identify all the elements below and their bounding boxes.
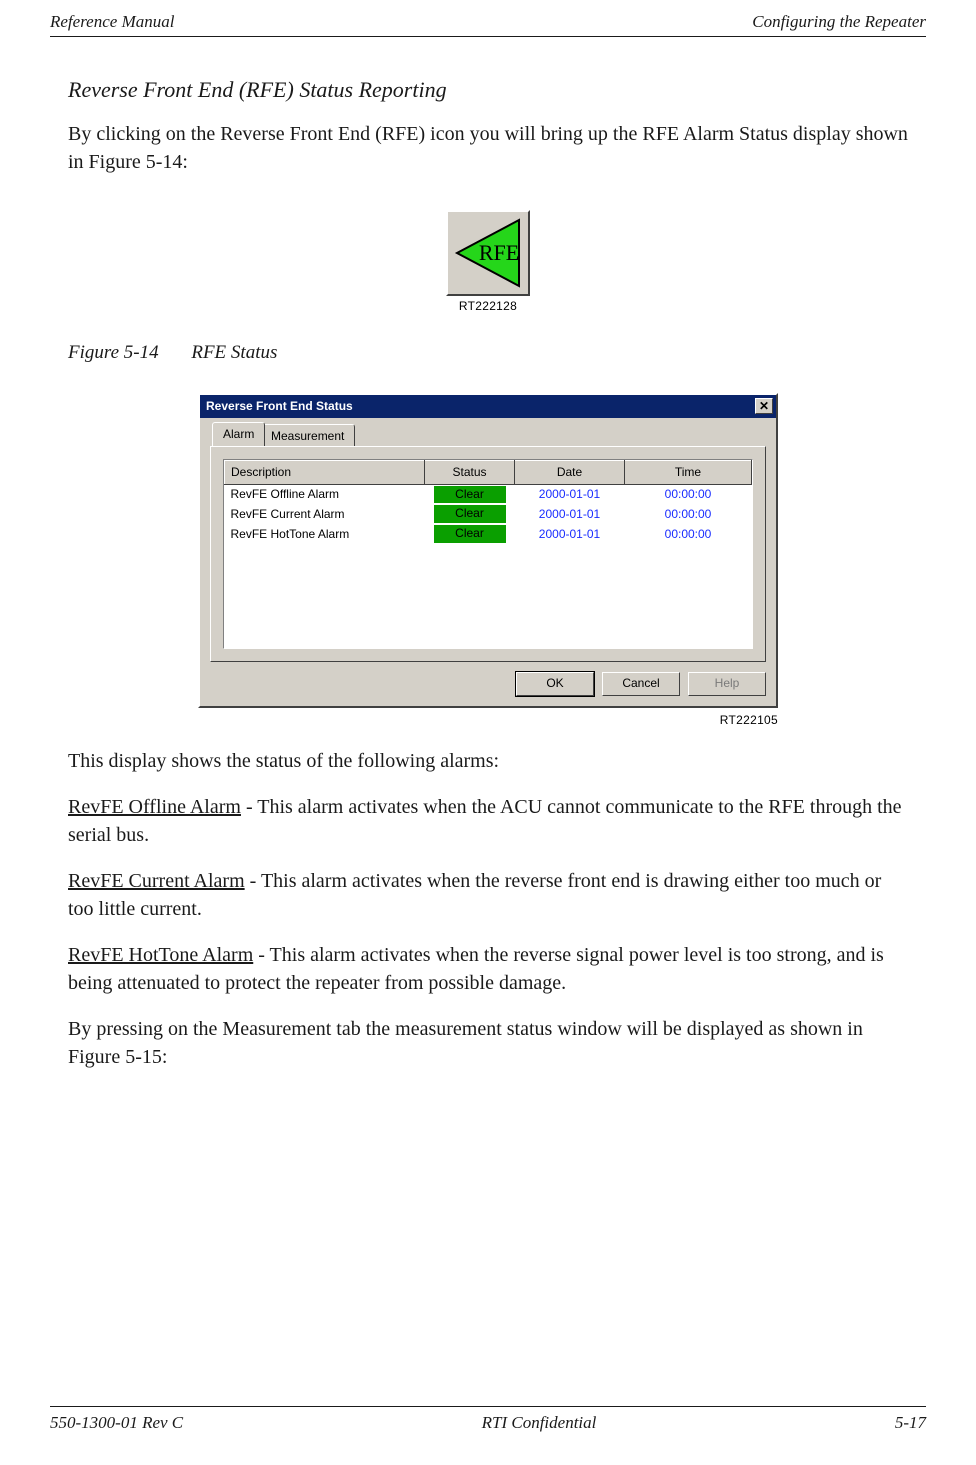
footer-left: 550-1300-01 Rev C	[50, 1411, 183, 1435]
alarm-listview[interactable]: Description Status Date Time RevFE Offli…	[223, 459, 753, 649]
cell-date: 2000-01-01	[515, 524, 625, 544]
rfe-icon-label: RFE	[479, 240, 519, 265]
alarm-hottone-paragraph: RevFE HotTone Alarm - This alarm activat…	[68, 941, 908, 997]
header-right: Configuring the Repeater	[752, 10, 926, 34]
tab-strip: Alarm Measurement	[210, 424, 766, 446]
col-description[interactable]: Description	[225, 460, 425, 484]
running-footer: 550-1300-01 Rev C RTI Confidential 5-17	[50, 1406, 926, 1435]
alarm-hottone-name: RevFE HotTone Alarm	[68, 944, 253, 966]
figure-caption: RFE Status	[191, 342, 277, 363]
close-icon[interactable]: ✕	[755, 398, 773, 414]
tab-measurement-label: Measurement	[271, 429, 344, 443]
section-title: Reverse Front End (RFE) Status Reporting	[68, 75, 908, 106]
col-time[interactable]: Time	[625, 460, 752, 484]
cell-description: RevFE Offline Alarm	[225, 484, 425, 504]
tab-alarm[interactable]: Alarm	[212, 422, 265, 446]
table-row[interactable]: RevFE Offline Alarm Clear 2000-01-01 00:…	[225, 484, 752, 504]
close-glyph: ✕	[759, 400, 769, 412]
dialog-ref: RT222105	[198, 712, 778, 729]
table-row[interactable]: RevFE Current Alarm Clear 2000-01-01 00:…	[225, 504, 752, 524]
status-badge: Clear	[434, 525, 506, 543]
cell-status: Clear	[425, 504, 515, 524]
alarm-current-paragraph: RevFE Current Alarm - This alarm activat…	[68, 867, 908, 923]
cell-status: Clear	[425, 524, 515, 544]
cell-time: 00:00:00	[625, 504, 752, 524]
cell-date: 2000-01-01	[515, 504, 625, 524]
col-date[interactable]: Date	[515, 460, 625, 484]
cell-description: RevFE Current Alarm	[225, 504, 425, 524]
intro-paragraph: By clicking on the Reverse Front End (RF…	[68, 120, 908, 176]
help-button: Help	[688, 672, 766, 696]
tab-panel-alarm: Description Status Date Time RevFE Offli…	[210, 446, 766, 662]
alarm-offline-paragraph: RevFE Offline Alarm - This alarm activat…	[68, 793, 908, 849]
dialog-title: Reverse Front End Status	[206, 398, 353, 415]
cell-time: 00:00:00	[625, 484, 752, 504]
footer-center: RTI Confidential	[482, 1411, 597, 1435]
cancel-button[interactable]: Cancel	[602, 672, 680, 696]
dialog-titlebar: Reverse Front End Status ✕	[200, 395, 776, 418]
cell-time: 00:00:00	[625, 524, 752, 544]
running-header: Reference Manual Configuring the Repeate…	[50, 10, 926, 37]
header-left: Reference Manual	[50, 10, 174, 34]
figure-number: Figure 5-14	[68, 342, 159, 363]
alarm-offline-name: RevFE Offline Alarm	[68, 796, 241, 818]
rfe-triangle-icon: RFE	[449, 214, 527, 292]
cell-status: Clear	[425, 484, 515, 504]
rfe-icon-ref: RT222128	[68, 298, 908, 315]
footer-right: 5-17	[895, 1411, 926, 1435]
table-row[interactable]: RevFE HotTone Alarm Clear 2000-01-01 00:…	[225, 524, 752, 544]
tab-alarm-label: Alarm	[223, 427, 254, 441]
rfe-icon[interactable]: RFE	[446, 210, 530, 296]
alarm-list-lead: This display shows the status of the fol…	[68, 747, 908, 775]
ok-button[interactable]: OK	[516, 672, 594, 696]
outro-paragraph: By pressing on the Measurement tab the m…	[68, 1015, 908, 1071]
alarm-current-name: RevFE Current Alarm	[68, 870, 245, 892]
tab-measurement[interactable]: Measurement	[260, 424, 355, 446]
rfe-status-dialog: Reverse Front End Status ✕ Alarm Measure…	[198, 393, 778, 708]
dialog-button-row: OK Cancel Help	[210, 672, 766, 696]
col-status[interactable]: Status	[425, 460, 515, 484]
cell-date: 2000-01-01	[515, 484, 625, 504]
status-badge: Clear	[434, 505, 506, 523]
figure-label: Figure 5-14 RFE Status	[68, 340, 908, 367]
cell-description: RevFE HotTone Alarm	[225, 524, 425, 544]
status-badge: Clear	[434, 486, 506, 504]
